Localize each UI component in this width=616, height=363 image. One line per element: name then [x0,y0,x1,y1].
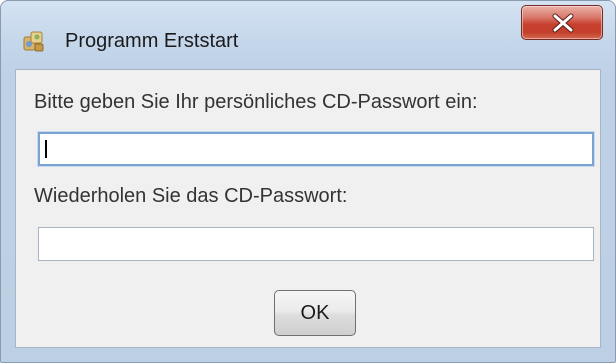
password-label: Bitte geben Sie Ihr persönliches CD-Pass… [34,91,478,113]
dialog-content: Bitte geben Sie Ihr persönliches CD-Pass… [15,69,601,348]
window-title: Programm Erststart [65,30,239,52]
text-caret [45,140,47,158]
app-icon [21,28,47,54]
repeat-password-label: Wiederholen Sie das CD-Passwort: [34,185,348,207]
repeat-password-field[interactable] [38,227,594,261]
dialog-window: Programm Erststart Bitte geben Sie Ihr p… [0,0,616,363]
title-bar[interactable]: Programm Erststart [1,1,615,65]
close-button[interactable] [521,5,603,40]
ok-button[interactable]: OK [274,290,356,336]
password-field[interactable] [38,132,594,166]
close-icon [552,13,574,33]
